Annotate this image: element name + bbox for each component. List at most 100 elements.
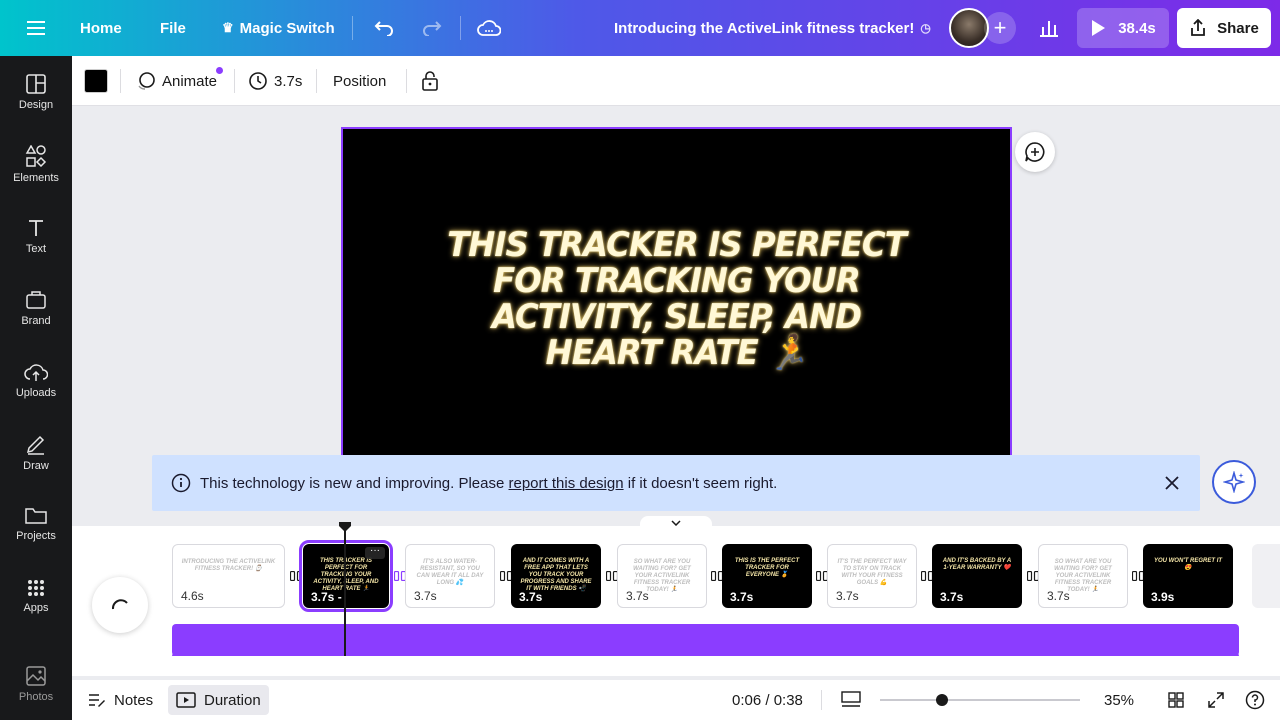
chevron-down-icon [671,520,681,526]
cloud-save-icon[interactable] [476,16,502,40]
sidebar-item-label: Text [25,242,47,255]
add-collaborator-button[interactable]: + [984,12,1016,44]
share-button[interactable]: Share [1177,8,1271,48]
slide-page[interactable]: THIS TRACKER IS PERFECT FOR TRACKING YOU… [341,127,1012,467]
color-swatch[interactable] [84,69,108,93]
sidebar-item-label: Design [18,98,54,111]
menu-icon[interactable] [24,16,48,40]
share-icon [1191,19,1206,36]
notes-button[interactable]: Notes [88,680,153,720]
redo-icon[interactable] [420,16,444,40]
present-button[interactable]: 38.4s [1077,8,1169,48]
collapse-timeline-button[interactable] [640,516,712,530]
grid-view-icon[interactable] [1166,690,1186,710]
notice-banner: This technology is new and improving. Pl… [152,455,1200,511]
scene-thumbnail[interactable]: AND IT'S BACKED BY A 1-YEAR WARRANTY ❤️ 3… [932,544,1022,608]
scene-text: THIS TRACKER IS PERFECT FOR TRACKING YOU… [313,558,379,592]
timecode: 0:06 / 0:38 [732,691,803,709]
design-icon [26,73,46,94]
playhead[interactable] [344,528,346,656]
apps-icon [28,579,44,596]
sidebar-item-projects[interactable]: Projects [0,492,72,556]
audio-track[interactable] [172,624,1239,656]
animate-label: Animate [162,72,218,90]
play-icon [1092,20,1106,36]
slide-background: THIS TRACKER IS PERFECT FOR TRACKING YOU… [345,131,1008,465]
more-options-icon[interactable]: ··· [365,546,385,559]
scene-thumbnail-partial[interactable] [1252,544,1280,608]
notes-icon [89,694,105,707]
video-icon [176,692,196,708]
scene-duration: 3.7s [626,589,649,603]
notice-suffix: if it doesn't seem right. [623,474,778,492]
sidebar-item-design[interactable]: Design [0,60,72,124]
scene-thumbnail[interactable]: IT'S ALSO WATER-RESISTANT, SO YOU CAN WE… [405,544,495,608]
scene-thumbnail[interactable]: SO WHAT ARE YOU WAITING FOR? GET YOUR AC… [617,544,707,608]
scene-thumbnail[interactable]: INTRODUCING THE ACTIVELINK FITNESS TRACK… [172,544,285,608]
playhead-handle[interactable] [339,522,351,532]
present-duration: 38.4s [1118,19,1156,37]
sidebar-item-elements[interactable]: Elements [0,132,72,196]
avatar[interactable] [949,8,989,48]
slide-text[interactable]: THIS TRACKER IS PERFECT FOR TRACKING YOU… [447,227,907,371]
sidebar-item-label: Photos [18,690,54,703]
lock-icon[interactable] [418,69,442,93]
sidebar-item-apps[interactable]: Apps [0,564,72,628]
scene-thumbnail[interactable]: IT'S THE PERFECT WAY TO STAY ON TRACK WI… [827,544,917,608]
loading-spinner [92,577,148,633]
scene-thumbnail[interactable]: AND IT COMES WITH A FREE APP THAT LETS Y… [511,544,601,608]
sidebar-item-label: Elements [13,171,59,184]
share-label: Share [1217,19,1259,37]
sidebar-item-uploads[interactable]: Uploads [0,348,72,412]
design-title-text: Introducing the ActiveLink fitness track… [614,19,915,37]
scene-text: INTRODUCING THE ACTIVELINK FITNESS TRACK… [181,559,276,572]
magic-switch-button[interactable]: ♛ Magic Switch [222,0,335,56]
insights-icon[interactable] [1033,12,1065,44]
fullscreen-icon[interactable] [1206,690,1226,710]
zoom-slider-track[interactable] [880,699,1080,701]
notice-prefix: This technology is new and improving. Pl… [200,474,509,492]
sidebar-item-label: Uploads [15,386,57,399]
scene-duration: 4.6s [181,589,204,603]
sidebar-item-brand[interactable]: Brand [0,276,72,340]
animate-button[interactable]: Animate [136,56,224,106]
magic-assistant-button[interactable] [1212,460,1256,504]
scene-duration: 3.7s [1047,589,1070,603]
scene-text: AND IT COMES WITH A FREE APP THAT LETS Y… [520,558,592,592]
home-button[interactable]: Home [80,0,122,56]
scene-text: AND IT'S BACKED BY A 1-YEAR WARRANTY ❤️ [942,558,1012,571]
scene-thumbnail[interactable]: THIS TRACKER IS PERFECT FOR TRACKING YOU… [299,540,393,612]
help-icon[interactable] [1244,689,1266,711]
scene-duration: 3.7s [414,589,437,603]
sidebar-item-photos[interactable]: Photos [0,652,72,716]
animate-icon [138,72,155,90]
duration-button[interactable]: 3.7s [248,56,302,106]
design-title[interactable]: Introducing the ActiveLink fitness track… [614,0,931,56]
zoom-level[interactable]: 35% [1104,680,1134,720]
clock-icon [249,72,267,90]
position-button[interactable]: Position [333,56,386,106]
scene-duration: 3.7s [519,590,543,604]
scene-thumbnail[interactable]: SO WHAT ARE YOU WAITING FOR? GET YOUR AC… [1038,544,1128,608]
scene-thumbnail[interactable]: THIS IS THE PERFECT TRACKER FOR EVERYONE… [722,544,812,608]
brand-icon [26,290,46,309]
undo-icon[interactable] [372,16,396,40]
page-view-icon[interactable] [840,689,862,711]
sidebar-item-label: Projects [16,529,56,542]
new-badge-dot [216,67,224,74]
zoom-slider-knob[interactable] [936,694,948,706]
report-design-link[interactable]: report this design [509,475,624,492]
scene-duration: 3.7s [836,589,859,603]
add-comment-button[interactable] [1015,132,1055,172]
file-menu-button[interactable]: File [160,0,186,56]
scene-duration: 3.7s [940,590,964,604]
transition-handle[interactable] [289,570,303,582]
scene-thumbnail[interactable]: YOU WON'T REGRET IT 😍 3.9s [1143,544,1233,608]
duration-view-button[interactable]: Duration [168,685,269,715]
sidebar-item-draw[interactable]: Draw [0,420,72,484]
sidebar-item-text[interactable]: Text [0,204,72,268]
close-icon[interactable] [1162,473,1182,493]
sidebar-item-label: Brand [21,314,51,327]
notice-text: This technology is new and improving. Pl… [200,475,777,492]
notes-label: Notes [114,691,154,709]
